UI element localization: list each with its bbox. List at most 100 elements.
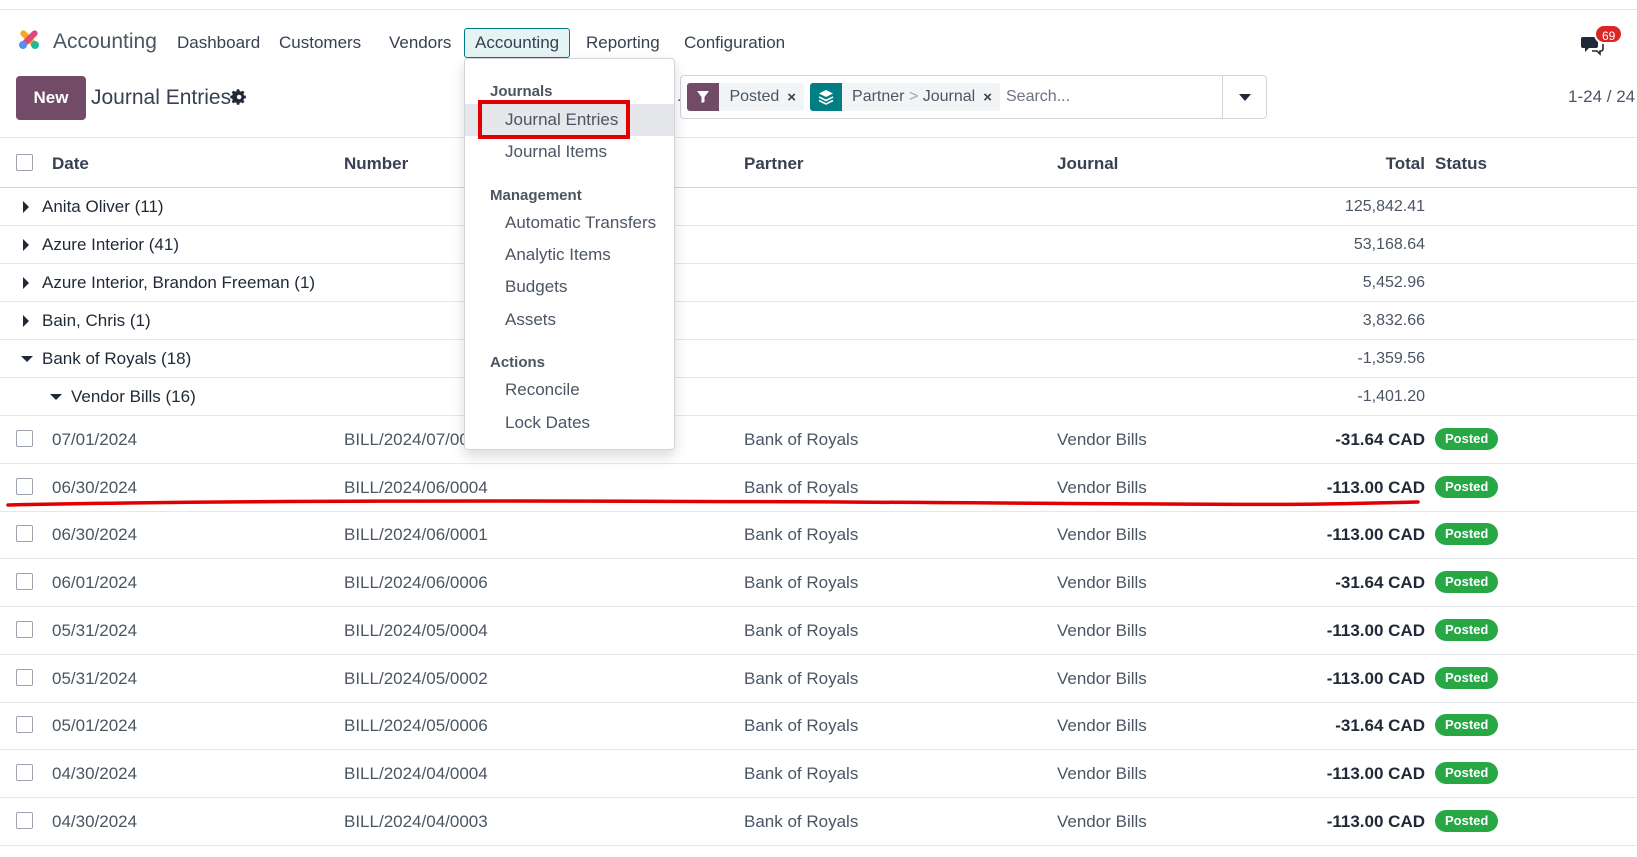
nav-dashboard[interactable]: Dashboard bbox=[167, 28, 270, 58]
page-title: Journal Entries bbox=[91, 86, 232, 109]
caret-down-icon bbox=[21, 356, 33, 362]
caret-right-icon bbox=[23, 277, 29, 289]
table-row[interactable]: 07/01/2024 BILL/2024/07/00 Bank of Royals V… bbox=[0, 416, 1637, 464]
group-row[interactable]: Azure Interior, Brandon Freeman (1) 5,45… bbox=[0, 264, 1637, 302]
caret-down-icon bbox=[50, 394, 62, 400]
row-checkbox[interactable] bbox=[16, 716, 33, 733]
column-journal[interactable]: Journal bbox=[1057, 154, 1118, 174]
group-row[interactable]: Bain, Chris (1) 3,832.66 bbox=[0, 302, 1637, 340]
search-options-toggle[interactable] bbox=[1222, 75, 1267, 119]
status-badge: Posted bbox=[1435, 714, 1499, 736]
menu-item-lock-dates[interactable]: Lock Dates bbox=[465, 407, 674, 439]
column-date[interactable]: Date bbox=[52, 154, 89, 174]
table-row[interactable]: 05/01/2024 BILL/2024/05/0006 Bank of Royal… bbox=[0, 702, 1637, 750]
nav-customers[interactable]: Customers bbox=[269, 28, 371, 58]
cell-date: 04/30/2024 bbox=[52, 812, 138, 831]
cell-total: -31.64 CAD bbox=[1335, 430, 1425, 449]
facet-remove-icon[interactable]: × bbox=[787, 89, 804, 106]
layers-icon bbox=[810, 83, 843, 111]
gear-icon[interactable] bbox=[229, 88, 247, 106]
cell-number: BILL/2024/05/0006 bbox=[344, 716, 488, 735]
cell-total: -113.00 CAD bbox=[1326, 764, 1425, 783]
column-partner[interactable]: Partner bbox=[744, 154, 804, 174]
menu-item-journal-items[interactable]: Journal Items bbox=[465, 136, 674, 168]
nav-vendors[interactable]: Vendors bbox=[379, 28, 461, 58]
cell-partner: Bank of Royals bbox=[744, 812, 859, 831]
caret-right-icon bbox=[23, 201, 29, 213]
subgroup-row[interactable]: Vendor Bills (16) -1,401.20 bbox=[0, 378, 1637, 416]
select-all-checkbox[interactable] bbox=[16, 154, 33, 171]
notification-badge: 69 bbox=[1594, 24, 1624, 44]
menu-item-budgets[interactable]: Budgets bbox=[465, 271, 674, 303]
annotation-underline bbox=[6, 499, 1420, 507]
row-checkbox[interactable] bbox=[16, 764, 33, 781]
menu-item-analytic-items[interactable]: Analytic Items bbox=[465, 239, 674, 271]
caret-right-icon bbox=[23, 239, 29, 251]
cell-journal: Vendor Bills bbox=[1057, 669, 1147, 688]
top-border bbox=[0, 0, 1637, 10]
cell-total: -31.64 CAD bbox=[1335, 573, 1425, 592]
cell-journal: Vendor Bills bbox=[1057, 764, 1147, 783]
group-row[interactable]: Azure Interior (41) 53,168.64 bbox=[0, 226, 1637, 264]
menu-item-reconcile[interactable]: Reconcile bbox=[465, 374, 674, 406]
table-row[interactable]: 05/31/2024 BILL/2024/05/0004 Bank of Royal… bbox=[0, 607, 1637, 655]
table-row[interactable]: 04/30/2024 BILL/2024/04/0004 Bank of Royal… bbox=[0, 750, 1637, 798]
row-checkbox[interactable] bbox=[16, 812, 33, 829]
table-row[interactable]: 06/01/2024 BILL/2024/06/0006 Bank of Royal… bbox=[0, 559, 1637, 607]
search-input[interactable] bbox=[1006, 82, 1221, 112]
nav-reporting[interactable]: Reporting bbox=[576, 28, 670, 58]
app-logo-icon[interactable] bbox=[16, 26, 42, 52]
filter-icon bbox=[687, 83, 720, 111]
cell-number: BILL/2024/06/0004 bbox=[344, 478, 488, 497]
facet-groupby[interactable]: Partner > Journal × bbox=[810, 83, 1000, 111]
table-row[interactable]: 06/30/2024 BILL/2024/06/0001 Bank of Royal… bbox=[0, 511, 1637, 559]
cell-number: BILL/2024/06/0006 bbox=[344, 573, 488, 592]
cell-journal: Vendor Bills bbox=[1057, 621, 1147, 640]
row-checkbox[interactable] bbox=[16, 525, 33, 542]
cell-number: BILL/2024/04/0003 bbox=[344, 812, 488, 831]
table-row[interactable]: 05/31/2024 BILL/2024/05/0002 Bank of Royal… bbox=[0, 655, 1637, 703]
cell-partner: Bank of Royals bbox=[744, 621, 859, 640]
cell-journal: Vendor Bills bbox=[1057, 525, 1147, 544]
table-row[interactable]: 04/30/2024 BILL/2024/04/0003 Bank of Royal… bbox=[0, 798, 1637, 846]
cell-partner: Bank of Royals bbox=[744, 716, 859, 735]
app-name[interactable]: Accounting bbox=[53, 30, 157, 54]
row-checkbox[interactable] bbox=[16, 573, 33, 590]
facet-groupby-label: Partner > Journal bbox=[852, 88, 976, 105]
row-checkbox[interactable] bbox=[16, 669, 33, 686]
cell-number: BILL/2024/05/0002 bbox=[344, 669, 488, 688]
facet-remove-icon[interactable]: × bbox=[983, 89, 1000, 106]
menu-item-automatic-transfers[interactable]: Automatic Transfers bbox=[465, 207, 674, 239]
cell-journal: Vendor Bills bbox=[1057, 573, 1147, 592]
cell-total: -113.00 CAD bbox=[1326, 621, 1425, 640]
menu-item-assets[interactable]: Assets bbox=[465, 304, 674, 336]
column-status[interactable]: Status bbox=[1435, 154, 1487, 174]
cell-number: BILL/2024/07/00 bbox=[344, 430, 469, 449]
cell-total: -113.00 CAD bbox=[1326, 525, 1425, 544]
row-checkbox[interactable] bbox=[16, 621, 33, 638]
row-checkbox[interactable] bbox=[16, 478, 33, 495]
cell-journal: Vendor Bills bbox=[1057, 478, 1147, 497]
cell-total: -113.00 CAD bbox=[1326, 669, 1425, 688]
group-row[interactable]: Anita Oliver (11) 125,842.41 bbox=[0, 188, 1637, 226]
nav-accounting[interactable]: Accounting bbox=[464, 28, 571, 58]
new-button[interactable]: New bbox=[16, 76, 86, 120]
menu-heading-actions: Actions bbox=[490, 354, 546, 371]
column-total[interactable]: Total bbox=[1386, 154, 1425, 174]
column-number[interactable]: Number bbox=[344, 154, 408, 174]
search-bar: . Posted × Partner > Journal × bbox=[677, 75, 1267, 119]
menu-heading-journals: Journals bbox=[490, 83, 553, 100]
cell-date: 07/01/2024 bbox=[52, 430, 138, 449]
annotation-highlight-box bbox=[478, 100, 630, 139]
nav-configuration[interactable]: Configuration bbox=[674, 28, 795, 58]
cell-date: 06/30/2024 bbox=[52, 525, 138, 544]
facet-posted[interactable]: Posted × bbox=[687, 83, 805, 111]
table-header: Date Number Partner Journal Total Status bbox=[0, 137, 1637, 188]
cell-partner: Bank of Royals bbox=[744, 764, 859, 783]
row-checkbox[interactable] bbox=[16, 430, 33, 447]
menu-heading-management: Management bbox=[490, 187, 582, 204]
status-badge: Posted bbox=[1435, 523, 1499, 545]
pager-value[interactable]: 1-24 / 24 bbox=[1568, 87, 1635, 107]
group-row[interactable]: Bank of Royals (18) -1,359.56 bbox=[0, 340, 1637, 378]
facet-posted-label: Posted bbox=[729, 88, 780, 105]
